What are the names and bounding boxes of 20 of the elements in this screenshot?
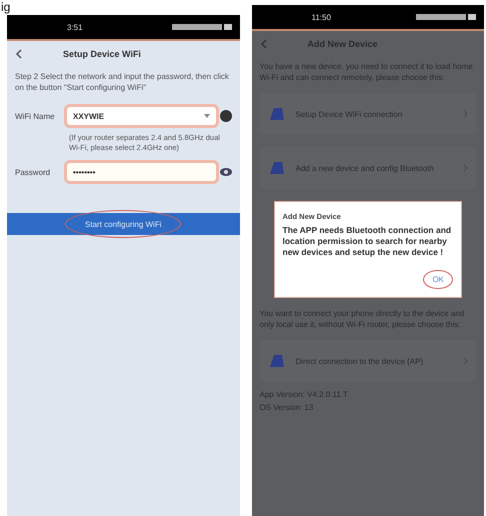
- instructions-text: Step 2 Select the network and input the password, then click on the button "Start configuring WiFi": [15, 71, 230, 93]
- status-icons: [416, 13, 476, 21]
- password-field[interactable]: ••••••••: [67, 163, 216, 181]
- wifi-name-field[interactable]: XXYWIE: [67, 107, 216, 125]
- status-time: 11:50: [312, 12, 331, 22]
- device-icon: [268, 160, 286, 176]
- status-time: 3:51: [67, 22, 83, 32]
- device-icon: [268, 106, 286, 122]
- eye-icon[interactable]: [220, 167, 232, 177]
- ok-button[interactable]: OK: [423, 270, 453, 289]
- field-label: WiFi Name: [15, 112, 56, 120]
- status-icons: [172, 23, 232, 31]
- device-icon: [268, 353, 286, 369]
- dialog-message: The APP needs Bluetooth connection and location permission to search for nearby new devices and setup the new device !: [282, 225, 452, 258]
- field-label: Password: [15, 168, 52, 176]
- back-icon[interactable]: [15, 49, 23, 59]
- dropdown-icon: [204, 114, 210, 118]
- caption-fragment: ig: [1, 0, 10, 14]
- screen-title: Setup Device WiFi: [63, 49, 141, 59]
- start-configuring-button[interactable]: Start configuring WiFi: [7, 213, 240, 235]
